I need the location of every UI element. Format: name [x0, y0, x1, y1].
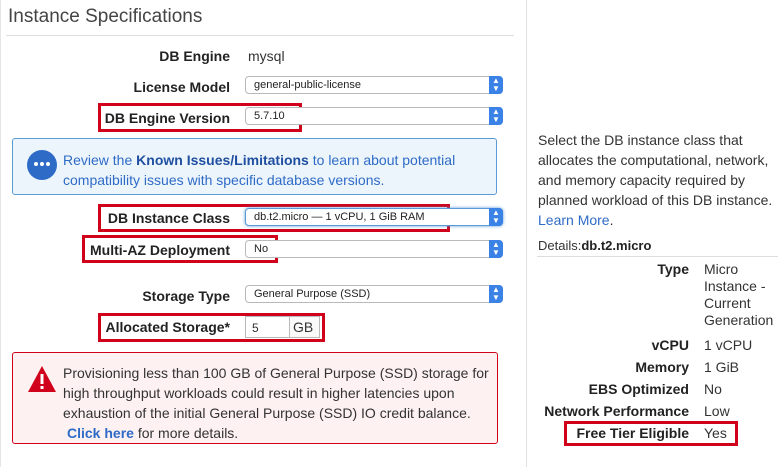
instance-class-label: DB Instance Class — [107, 210, 230, 226]
license-model-value: general-public-license — [254, 79, 362, 91]
detail-label-type: Type — [657, 261, 689, 277]
details-prefix: Details: — [538, 238, 582, 253]
details-divider — [537, 256, 778, 257]
detail-value-type: Micro Instance - Current Generation — [704, 261, 774, 328]
warning-text: Provisioning less than 100 GB of General… — [63, 363, 493, 443]
storage-type-value: General Purpose (SSD) — [254, 288, 371, 300]
click-here-link[interactable]: Click here — [67, 425, 134, 441]
engine-version-label: DB Engine Version — [104, 110, 230, 126]
select-arrows-icon: ▲ ▼ — [489, 76, 503, 94]
known-issues-link[interactable]: Known Issues/Limitations — [136, 152, 309, 168]
detail-label-memory: Memory — [635, 359, 689, 375]
multi-az-value: No — [254, 243, 269, 255]
detail-value-memory: 1 GiB — [704, 359, 740, 375]
speech-bubble-icon — [27, 150, 57, 180]
detail-label-network: Network Performance — [544, 403, 689, 419]
section-title: Instance Specifications — [8, 6, 203, 27]
multi-az-label: Multi-AZ Deployment — [90, 242, 230, 258]
left-border — [0, 0, 1, 467]
description-text: Select the DB instance class that alloca… — [538, 132, 773, 208]
license-model-select[interactable]: general-public-license ▲ ▼ — [245, 76, 503, 94]
panel-divider — [526, 0, 527, 467]
allocated-storage-unit: GB — [290, 316, 320, 338]
title-divider — [6, 35, 514, 36]
db-engine-label: DB Engine — [159, 48, 230, 64]
detail-label-free-tier: Free Tier Eligible — [576, 425, 689, 441]
db-engine-value: mysql — [248, 48, 285, 64]
multi-az-select[interactable]: No ▲ ▼ — [245, 240, 503, 258]
detail-value-vcpu: 1 vCPU — [704, 337, 753, 353]
instance-class-description: Select the DB instance class that alloca… — [538, 130, 778, 230]
storage-type-label: Storage Type — [142, 288, 230, 304]
select-arrows-icon: ▲ ▼ — [489, 285, 503, 303]
info-text: Review the Known Issues/Limitations to l… — [63, 150, 483, 190]
details-heading: Details:db.t2.micro — [538, 238, 651, 253]
details-instance: db.t2.micro — [581, 238, 652, 253]
storage-type-select[interactable]: General Purpose (SSD) ▲ ▼ — [245, 285, 503, 303]
select-arrows-icon: ▲ ▼ — [489, 240, 503, 258]
select-arrows-icon: ▲ ▼ — [489, 107, 503, 125]
warning-suffix: for more details. — [133, 425, 239, 441]
detail-value-network: Low — [704, 403, 730, 419]
learn-more-link[interactable]: Learn More — [538, 212, 610, 228]
engine-version-value: 5.7.10 — [254, 110, 285, 122]
engine-version-select[interactable]: 5.7.10 ▲ ▼ — [245, 107, 503, 125]
detail-label-ebs: EBS Optimized — [588, 381, 689, 397]
instance-class-value: db.t2.micro — 1 vCPU, 1 GiB RAM — [254, 211, 425, 223]
detail-value-ebs: No — [704, 381, 722, 397]
allocated-storage-label: Allocated Storage* — [105, 319, 230, 335]
allocated-storage-input[interactable]: 5 — [245, 316, 290, 338]
storage-warning-box: Provisioning less than 100 GB of General… — [12, 352, 498, 444]
warning-message: Provisioning less than 100 GB of General… — [63, 365, 489, 421]
select-arrows-icon: ▲ ▼ — [489, 208, 503, 226]
info-prefix: Review the — [63, 152, 137, 168]
description-period: . — [609, 212, 614, 228]
warning-triangle-icon — [28, 366, 56, 392]
detail-value-free-tier: Yes — [704, 425, 727, 441]
known-issues-info-box: Review the Known Issues/Limitations to l… — [12, 138, 497, 195]
detail-label-vcpu: vCPU — [651, 337, 689, 353]
license-model-label: License Model — [133, 79, 230, 95]
instance-class-select[interactable]: db.t2.micro — 1 vCPU, 1 GiB RAM ▲ ▼ — [245, 208, 503, 226]
